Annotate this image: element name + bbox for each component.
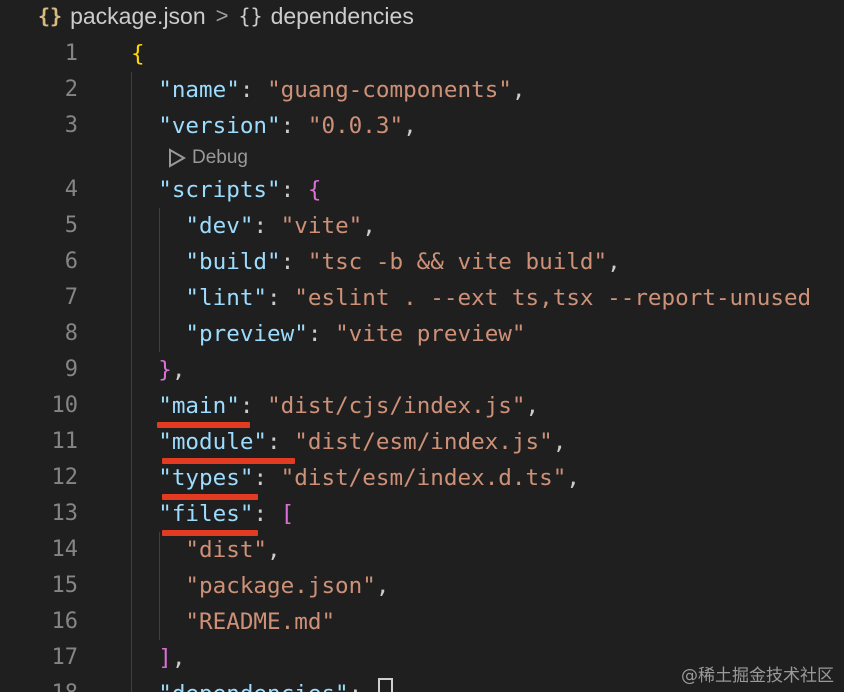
line-number: 14 (51, 537, 79, 562)
line-number: 15 (51, 573, 79, 598)
json-string: "README.md" (185, 609, 336, 635)
debug-label[interactable]: Debug (192, 147, 248, 169)
code-line: 11 "module": "dist/esm/index.js", (0, 424, 844, 460)
code-line: 1 { (0, 36, 844, 72)
code-line: 16 "README.md" (0, 604, 844, 640)
line-number: 11 (51, 429, 79, 454)
line-number: 18 (0, 676, 79, 692)
code-line: 13 "files": [ (0, 496, 844, 532)
json-key: "build" (185, 249, 281, 275)
json-string: "tsc -b && vite build" (307, 249, 608, 275)
line-number: 1 (64, 41, 78, 66)
watermark: @稀土掘金技术社区 (681, 666, 834, 686)
json-string: "vite preview" (335, 321, 526, 347)
json-string: "0.0.3" (307, 113, 404, 139)
code-line: 7 "lint": "eslint . --ext ts,tsx --repor… (0, 280, 844, 316)
code-line: 15 "package.json", (0, 568, 844, 604)
json-key: "files" (158, 501, 254, 527)
chevron-right-icon: > (215, 3, 229, 28)
line-number: 5 (64, 213, 78, 238)
line-number: 8 (64, 321, 78, 346)
open-brace: { (131, 41, 145, 67)
code-line: 9 }, (0, 352, 844, 388)
line-number: 7 (64, 285, 78, 310)
code-line: 5 "dev": "vite", (0, 208, 844, 244)
highlight-underline (162, 530, 258, 536)
json-string: "dist/esm/index.d.ts" (280, 465, 567, 491)
json-key: "name" (158, 77, 240, 103)
line-number: 2 (64, 77, 78, 102)
line-number: 3 (64, 113, 78, 138)
json-key: "module" (158, 429, 268, 455)
highlight-underline (162, 458, 295, 464)
code-line: 12 "types": "dist/esm/index.d.ts", (0, 460, 844, 496)
json-key: "preview" (185, 321, 308, 347)
json-key: "version" (158, 113, 281, 139)
json-string: "dist/cjs/index.js" (267, 393, 526, 419)
line-number: 4 (64, 177, 78, 202)
json-key: "scripts" (158, 177, 281, 203)
breadcrumb: {} package.json > {} dependencies (0, 0, 844, 32)
code-line: 6 "build": "tsc -b && vite build", (0, 244, 844, 280)
code-editor[interactable]: 1 { 2 "name": "guang-components", 3 "ver… (0, 36, 844, 692)
line-number: 13 (51, 501, 79, 526)
highlight-underline (157, 422, 250, 428)
line-number: 9 (64, 357, 78, 382)
debug-codelens[interactable]: Debug (168, 143, 248, 173)
json-key: "dev" (185, 213, 254, 239)
text-cursor (377, 678, 393, 692)
code-line: 4 "scripts": { (0, 172, 844, 208)
json-string: "vite" (280, 213, 363, 239)
json-key: "main" (158, 393, 240, 419)
code-line: 10 "main": "dist/cjs/index.js", (0, 388, 844, 424)
object-symbol-icon: {} (238, 4, 263, 28)
json-key: "lint" (185, 285, 268, 311)
json-file-icon: {} (38, 4, 63, 28)
json-string: "dist/esm/index.js" (294, 429, 553, 455)
json-string: "eslint . --ext ts,tsx --report-unused (294, 285, 812, 311)
line-number: 17 (51, 645, 79, 670)
line-number: 12 (51, 465, 79, 490)
json-string: "dist" (185, 537, 268, 563)
play-outline-icon (169, 148, 186, 168)
line-number: 10 (51, 393, 79, 418)
code-line: 8 "preview": "vite preview" (0, 316, 844, 352)
json-string: "package.json" (185, 573, 376, 599)
line-number: 16 (51, 609, 79, 634)
json-string: "guang-components" (267, 77, 512, 103)
breadcrumb-file[interactable]: package.json (70, 3, 206, 30)
code-line: 2 "name": "guang-components", (0, 72, 844, 108)
highlight-underline (162, 494, 258, 500)
line-number: 6 (64, 249, 78, 274)
json-key: "types" (158, 465, 254, 491)
breadcrumb-symbol[interactable]: dependencies (271, 3, 414, 30)
code-line: 3 "version": "0.0.3", (0, 108, 844, 144)
code-line: 14 "dist", (0, 532, 844, 568)
json-key: "dependencies" (158, 681, 348, 692)
